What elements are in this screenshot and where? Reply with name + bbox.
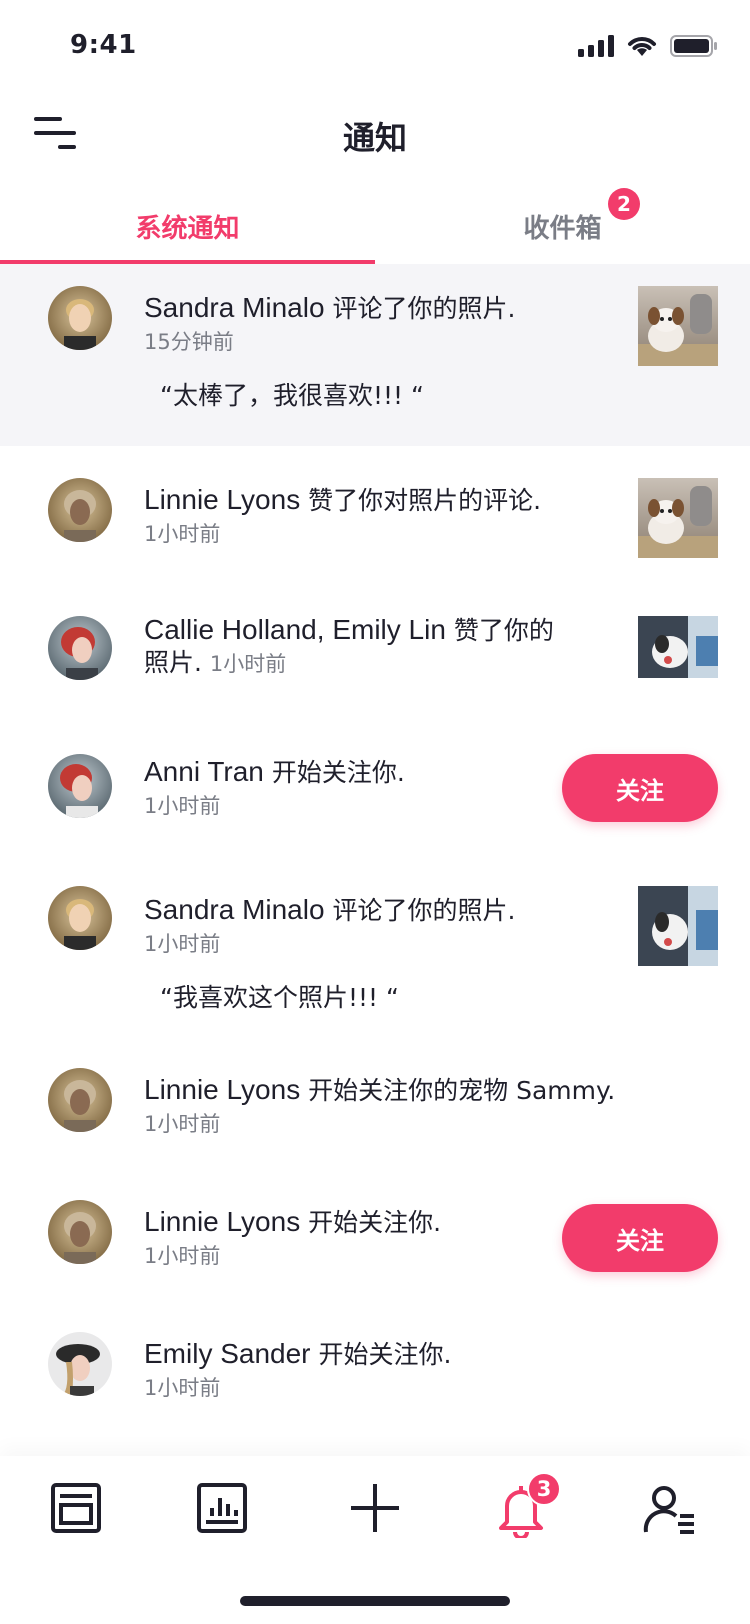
avatar[interactable] (48, 478, 112, 542)
avatar[interactable] (48, 1068, 112, 1132)
timestamp: 15分钟前 (144, 330, 234, 354)
notifications-count-badge: 3 (527, 1472, 561, 1506)
avatar-image (48, 286, 112, 350)
notification-text: Anni Tran 开始关注你. (144, 756, 604, 789)
notification-item[interactable]: Sandra Minalo 评论了你的照片. 1小时前 “我喜欢这个照片!!! … (0, 856, 750, 1038)
nav-add-button[interactable] (345, 1478, 405, 1538)
follow-button[interactable]: 关注 (562, 754, 718, 822)
photo-thumbnail[interactable] (638, 286, 718, 366)
tab-label: 收件箱 (523, 214, 602, 244)
timestamp: 1小时前 (144, 932, 221, 956)
profile-icon (643, 1486, 694, 1534)
nav-notifications-button[interactable]: 3 (493, 1472, 561, 1540)
puppy-lap-photo (638, 886, 718, 966)
chart-icon (197, 1483, 247, 1533)
status-time: 9:41 (70, 30, 137, 60)
tab-system-notifications[interactable]: 系统通知 (0, 190, 375, 264)
notification-item[interactable]: Emily Sander 开始关注你. 1小时前 (0, 1300, 750, 1432)
action-text: 照片. (144, 648, 202, 677)
notification-item[interactable]: Anni Tran 开始关注你. 1小时前 关注 (0, 724, 750, 856)
puppy-photo (638, 286, 718, 366)
wifi-icon (628, 37, 656, 56)
inbox-count-badge: 2 (608, 188, 640, 220)
avatar[interactable] (48, 754, 112, 818)
comment-quote: “太棒了，我很喜欢!!! “ (160, 381, 424, 410)
avatar[interactable] (48, 1332, 112, 1396)
timestamp: 1小时前 (144, 1376, 221, 1400)
action-text: 赞了你对照片的评论. (308, 486, 542, 515)
avatar-image (48, 1200, 112, 1264)
notification-list: Sandra Minalo 评论了你的照片. 15分钟前 “太棒了，我很喜欢!!… (0, 264, 750, 1432)
bottom-navigation: 3 (0, 1456, 750, 1624)
notification-item[interactable]: Sandra Minalo 评论了你的照片. 15分钟前 “太棒了，我很喜欢!!… (0, 264, 750, 446)
notification-text: Linnie Lyons 开始关注你的宠物 Sammy. (144, 1074, 704, 1107)
puppy-lap-photo (638, 616, 718, 678)
avatar-image (48, 616, 112, 680)
action-text: 赞了你的 (453, 616, 554, 645)
status-icons (578, 34, 718, 58)
status-bar: 9:41 (0, 0, 750, 90)
puppy-photo (638, 478, 718, 558)
avatar-image (48, 754, 112, 818)
user-name[interactable]: Linnie Lyons (144, 484, 300, 515)
user-name[interactable]: Linnie Lyons (144, 1206, 300, 1237)
notification-text: Emily Sander 开始关注你. (144, 1338, 604, 1371)
notification-item[interactable]: Linnie Lyons 开始关注你的宠物 Sammy. 1小时前 (0, 1038, 750, 1170)
plus-icon (351, 1484, 399, 1532)
photo-thumbnail[interactable] (638, 616, 718, 678)
avatar[interactable] (48, 616, 112, 680)
avatar-image (48, 1332, 112, 1396)
notification-text: Sandra Minalo 评论了你的照片. (144, 894, 604, 927)
notification-item[interactable]: Linnie Lyons 赞了你对照片的评论. 1小时前 (0, 446, 750, 586)
avatar[interactable] (48, 286, 112, 350)
action-text: 评论了你的照片. (332, 896, 516, 925)
tab-bar: 系统通知 收件箱 2 (0, 188, 750, 264)
user-name[interactable]: Linnie Lyons (144, 1074, 300, 1105)
photo-thumbnail[interactable] (638, 478, 718, 558)
user-name[interactable]: Anni Tran (144, 756, 264, 787)
notification-item[interactable]: Callie Holland, Emily Lin 赞了你的 照片. 1小时前 (0, 586, 750, 724)
user-name[interactable]: Emily Sander (144, 1338, 311, 1369)
action-text: 开始关注你. (271, 758, 405, 787)
action-text: 开始关注你的宠物 Sammy. (308, 1076, 616, 1105)
avatar-image (48, 1068, 112, 1132)
signal-icon (578, 35, 614, 57)
avatar[interactable] (48, 886, 112, 950)
app-header: 通知 (0, 95, 750, 175)
notification-text: Callie Holland, Emily Lin 赞了你的 照片. 1小时前 (144, 614, 604, 680)
notification-item[interactable]: Linnie Lyons 开始关注你. 1小时前 关注 (0, 1170, 750, 1300)
notification-text: Sandra Minalo 评论了你的照片. (144, 292, 604, 325)
battery-icon (670, 35, 717, 57)
nav-profile-button[interactable] (640, 1478, 700, 1538)
notification-text: Linnie Lyons 开始关注你. (144, 1206, 604, 1239)
page-title: 通知 (342, 119, 407, 157)
timestamp: 1小时前 (144, 1112, 221, 1136)
feed-icon (51, 1483, 101, 1533)
comment-quote: “我喜欢这个照片!!! “ (160, 983, 399, 1012)
timestamp: 1小时前 (209, 652, 287, 676)
avatar-image (48, 886, 112, 950)
nav-feed-button[interactable] (46, 1478, 106, 1538)
tab-label: 系统通知 (135, 214, 240, 244)
action-text: 评论了你的照片. (332, 294, 516, 323)
action-text: 开始关注你. (308, 1208, 442, 1237)
action-text: 开始关注你. (318, 1340, 452, 1369)
follow-button[interactable]: 关注 (562, 1204, 718, 1272)
home-indicator[interactable] (240, 1596, 510, 1606)
user-name[interactable]: Sandra Minalo (144, 894, 325, 925)
user-name[interactable]: Sandra Minalo (144, 292, 325, 323)
nav-stats-button[interactable] (192, 1478, 252, 1538)
avatar[interactable] (48, 1200, 112, 1264)
timestamp: 1小时前 (144, 522, 221, 546)
timestamp: 1小时前 (144, 1244, 221, 1268)
tab-inbox[interactable]: 收件箱 2 (375, 188, 750, 264)
user-name[interactable]: Callie Holland, Emily Lin (144, 614, 446, 645)
photo-thumbnail[interactable] (638, 886, 718, 966)
timestamp: 1小时前 (144, 794, 221, 818)
avatar-image (48, 478, 112, 542)
notification-text: Linnie Lyons 赞了你对照片的评论. (144, 484, 604, 517)
